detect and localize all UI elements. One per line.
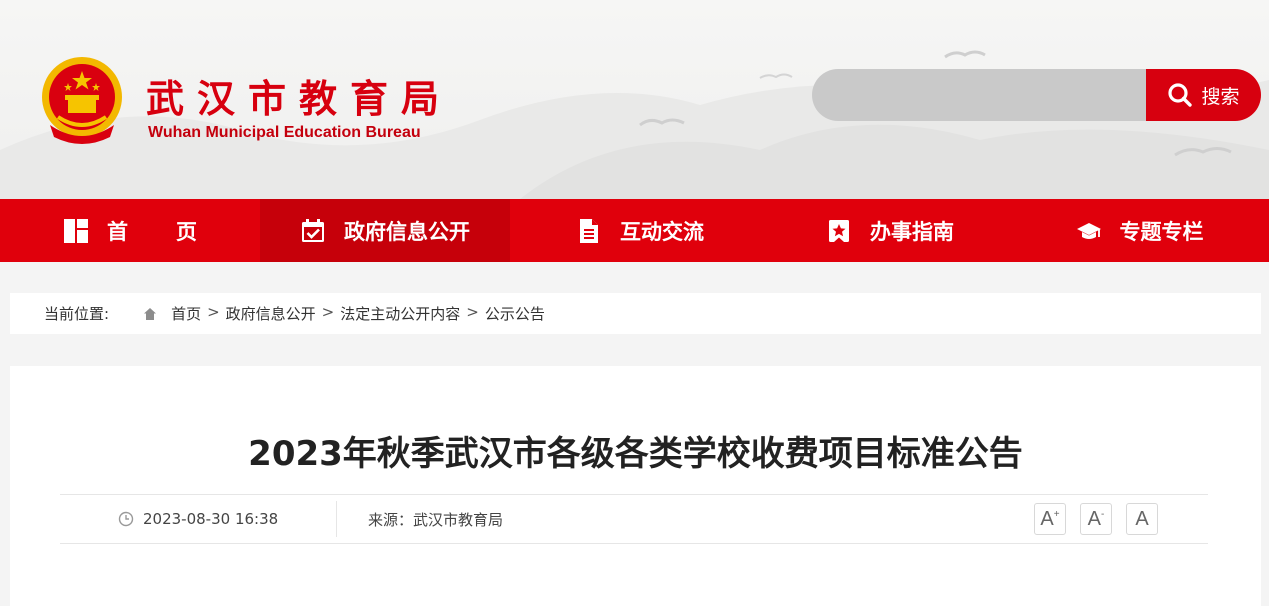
font-size-controls: A + A- A bbox=[1034, 503, 1158, 535]
breadcrumb-item-government-info[interactable]: 政府信息公开 bbox=[226, 303, 316, 324]
graduation-cap-icon bbox=[1076, 222, 1101, 239]
nav-item-label: 政府信息公开 bbox=[344, 219, 470, 244]
nav-item-service-guide[interactable]: 办事指南 bbox=[770, 199, 1010, 262]
search-icon bbox=[1168, 83, 1193, 107]
nav-item-label: 首页 bbox=[107, 219, 245, 244]
meta-divider bbox=[336, 501, 337, 537]
search-button[interactable]: 搜索 bbox=[1146, 69, 1261, 121]
plus-mark: + bbox=[1053, 508, 1060, 520]
font-increase-button[interactable]: A + bbox=[1034, 503, 1066, 535]
home-icon bbox=[144, 307, 157, 320]
clock-icon bbox=[118, 511, 134, 527]
breadcrumb-item-home[interactable]: 首页 bbox=[171, 303, 201, 324]
article-title: 2023年秋季武汉市各级各类学校收费项目标准公告 bbox=[248, 434, 1023, 474]
site-subtitle: Wuhan Municipal Education Bureau bbox=[148, 124, 421, 141]
breadcrumb-separator: > bbox=[321, 303, 335, 321]
nav-item-label: 办事指南 bbox=[870, 219, 954, 244]
nav-item-home[interactable]: 首页 bbox=[0, 199, 260, 262]
search-button-label: 搜索 bbox=[1201, 85, 1240, 108]
breadcrumb: 当前位置: 首页 > 政府信息公开 > 法定主动公开内容 > 公示公告 bbox=[10, 293, 1261, 334]
national-emblem-icon[interactable] bbox=[38, 55, 126, 145]
home-grid-icon bbox=[64, 218, 88, 243]
publish-date-text: 2023-08-30 16:38 bbox=[143, 510, 279, 528]
site-title[interactable]: 武汉市教育局 bbox=[146, 68, 452, 123]
nav-item-label: 专题专栏 bbox=[1119, 219, 1204, 244]
article-source: 来源：武汉市教育局 bbox=[368, 510, 504, 529]
site-header: 武汉市教育局 Wuhan Municipal Education Bureau … bbox=[0, 0, 1269, 199]
bookmark-star-icon bbox=[829, 219, 849, 242]
nav-item-label: 互动交流 bbox=[620, 219, 704, 244]
minus-mark: - bbox=[1101, 508, 1105, 520]
calendar-check-icon bbox=[302, 218, 324, 242]
publish-date: 2023-08-30 16:38 bbox=[118, 495, 278, 543]
breadcrumb-label: 当前位置: bbox=[44, 305, 110, 323]
search-input[interactable] bbox=[812, 69, 1152, 121]
article-panel: 2023年秋季武汉市各级各类学校收费项目标准公告 2023-08-30 16:3… bbox=[10, 366, 1261, 606]
breadcrumb-separator: > bbox=[466, 303, 479, 321]
article-meta-bar: 2023-08-30 16:38 来源：武汉市教育局 A + A- A bbox=[60, 494, 1208, 544]
breadcrumb-separator: > bbox=[207, 303, 220, 321]
nav-item-government-info[interactable]: 政府信息公开 bbox=[260, 199, 510, 262]
document-icon bbox=[580, 218, 598, 243]
breadcrumb-item-announcements[interactable]: 公示公告 bbox=[485, 303, 545, 324]
font-decrease-button[interactable]: A- bbox=[1080, 503, 1112, 535]
font-reset-button[interactable]: A bbox=[1126, 503, 1158, 535]
nav-item-interaction[interactable]: 互动交流 bbox=[510, 199, 770, 262]
breadcrumb-item-statutory-content[interactable]: 法定主动公开内容 bbox=[340, 303, 460, 324]
main-nav: 首页 政府信息公开 互动交流 办事指南 专题专栏 bbox=[0, 199, 1269, 262]
nav-item-special-topics[interactable]: 专题专栏 bbox=[1010, 199, 1269, 262]
